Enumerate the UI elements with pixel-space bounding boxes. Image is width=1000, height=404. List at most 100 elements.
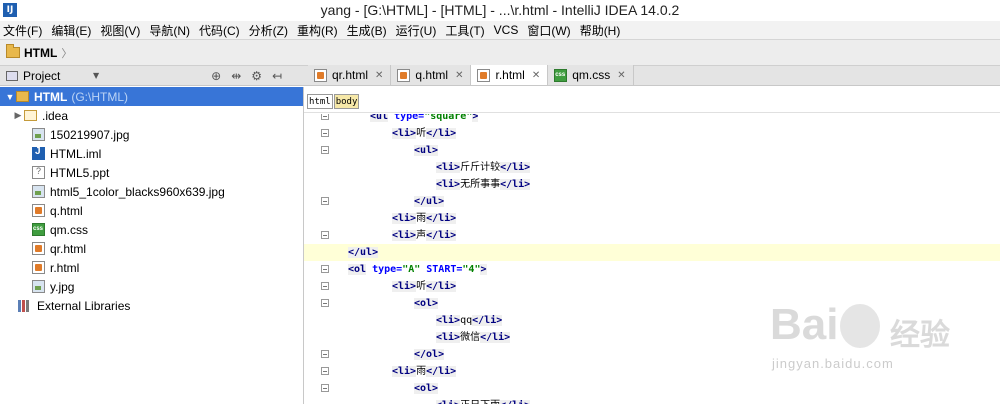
close-icon[interactable]: ✕	[375, 70, 383, 81]
menu-item-5[interactable]: 分析(Z)	[249, 22, 288, 39]
expand-arrow-icon[interactable]: ▼	[4, 92, 16, 102]
css-file-icon	[32, 223, 45, 236]
code-token: type=	[366, 264, 403, 275]
tree-item[interactable]: y.jpg	[0, 277, 303, 296]
code-text: <li>听</li>	[392, 278, 457, 295]
code-line: <li>声</li>	[304, 227, 1000, 244]
code-line: <ol type="A" START="4">	[304, 261, 1000, 278]
tree-item[interactable]: ▶ .idea	[0, 106, 303, 125]
hide-panel-icon[interactable]: ↤	[272, 69, 282, 83]
code-token: </ul>	[414, 196, 445, 207]
code-token: "A"	[402, 264, 421, 275]
project-view-selector[interactable]: Project	[23, 69, 93, 83]
tree-item[interactable]: q.html	[0, 201, 303, 220]
menu-item-0[interactable]: 文件(F)	[3, 22, 42, 39]
locate-file-icon[interactable]: ⊕	[211, 69, 221, 83]
tree-item[interactable]: r.html	[0, 258, 303, 277]
menu-item-3[interactable]: 导航(N)	[149, 22, 190, 39]
editor-tabs: qr.html ✕ q.html ✕ r.html ✕ qm.css ✕	[304, 65, 1000, 86]
tab-label: qm.css	[572, 68, 611, 82]
folder-plain-icon	[24, 110, 37, 121]
fold-marker-icon[interactable]	[321, 146, 329, 154]
fold-marker-icon[interactable]	[321, 282, 329, 290]
menu-item-10[interactable]: VCS	[494, 23, 519, 37]
code-line: <li>听</li>	[304, 278, 1000, 295]
tree-item-label: html5_1color_blacks960x639.jpg	[50, 184, 225, 199]
tree-item[interactable]: 150219907.jpg	[0, 125, 303, 144]
close-icon[interactable]: ✕	[532, 70, 540, 81]
code-token: >	[480, 264, 487, 275]
breadcrumb-tag-body[interactable]: body	[333, 94, 360, 109]
project-tree: ▼ HTML(G:\HTML) ▶ .idea 150219907.jpg HTML.im…	[0, 87, 304, 404]
fold-marker-icon[interactable]	[321, 299, 329, 307]
title-bar: IJ yang - [G:\HTML] - [HTML] - ...\r.htm…	[0, 0, 1000, 21]
html-file-icon	[314, 68, 327, 82]
code-text: <li>听</li>	[392, 125, 457, 142]
collapse-all-icon[interactable]: ⇹	[231, 69, 241, 83]
code-token: <li>	[392, 230, 417, 241]
menu-item-8[interactable]: 运行(U)	[396, 22, 437, 39]
code-token: </li>	[500, 162, 531, 173]
tree-item[interactable]: qm.css	[0, 220, 303, 239]
code-token: 雨	[416, 213, 427, 224]
code-token: </li>	[500, 179, 531, 190]
fold-marker-icon[interactable]	[321, 197, 329, 205]
html-file-icon	[32, 261, 45, 274]
code-token: >	[472, 114, 479, 122]
tab-r-html[interactable]: r.html ✕	[471, 65, 549, 85]
unknown-file-icon	[32, 166, 45, 179]
tree-item[interactable]: qr.html	[0, 239, 303, 258]
code-token: <li>	[392, 128, 417, 139]
tree-item-label: 150219907.jpg	[50, 127, 130, 142]
code-text: <ol>	[414, 295, 439, 312]
tab-qm-css[interactable]: qm.css ✕	[548, 65, 634, 85]
close-icon[interactable]: ✕	[455, 70, 463, 81]
menu-item-7[interactable]: 生成(B)	[347, 22, 387, 39]
collapse-arrow-icon[interactable]: ▶	[12, 110, 24, 121]
fold-marker-icon[interactable]	[321, 114, 329, 120]
code-token: 雨	[416, 366, 427, 377]
menu-item-1[interactable]: 编辑(E)	[51, 22, 91, 39]
tree-item-path: (G:\HTML)	[71, 89, 128, 104]
tree-item[interactable]: HTML.iml	[0, 144, 303, 163]
menu-item-9[interactable]: 工具(T)	[445, 22, 484, 39]
fold-marker-icon[interactable]	[321, 350, 329, 358]
html-file-icon	[32, 242, 45, 255]
fold-marker-icon[interactable]	[321, 367, 329, 375]
code-token: 听	[416, 281, 427, 292]
code-text: <li>雨</li>	[392, 210, 457, 227]
breadcrumb-tag-html[interactable]: html	[307, 94, 333, 109]
chevron-right-icon: 〉	[61, 46, 73, 60]
tree-item[interactable]: External Libraries	[0, 296, 303, 315]
menu-item-4[interactable]: 代码(C)	[199, 22, 240, 39]
fold-marker-icon[interactable]	[321, 265, 329, 273]
tree-item[interactable]: HTML5.ppt	[0, 163, 303, 182]
tab-q-html[interactable]: q.html ✕	[391, 65, 472, 85]
tree-item-label: qr.html	[50, 241, 87, 256]
gear-icon[interactable]: ⚙	[251, 69, 262, 83]
tree-item[interactable]: html5_1color_blacks960x639.jpg	[0, 182, 303, 201]
nav-breadcrumb-html[interactable]: HTML	[24, 46, 57, 60]
fold-marker-icon[interactable]	[321, 384, 329, 392]
menu-item-11[interactable]: 窗口(W)	[527, 22, 570, 39]
tree-item-label: .idea	[42, 108, 69, 123]
code-token: "4"	[462, 264, 481, 275]
fold-marker-icon[interactable]	[321, 129, 329, 137]
tree-item-label: qm.css	[50, 222, 89, 237]
image-file-icon	[32, 128, 45, 141]
code-text: <li>斤斤计较</li>	[436, 159, 531, 176]
menu-item-6[interactable]: 重构(R)	[297, 22, 338, 39]
tab-qr-html[interactable]: qr.html ✕	[308, 65, 392, 85]
chevron-down-icon[interactable]: ▼	[93, 71, 99, 80]
menu-item-2[interactable]: 视图(V)	[100, 22, 140, 39]
code-token: </li>	[426, 281, 457, 292]
code-token: 正日下雨	[460, 400, 500, 404]
code-token: <ol>	[414, 383, 439, 394]
code-token: <li>	[436, 315, 461, 326]
fold-marker-icon[interactable]	[321, 231, 329, 239]
code-editor[interactable]: <ul type="square"> <li>听</li> <ul> <li>斤斤计较…	[304, 114, 1000, 404]
close-icon[interactable]: ✕	[617, 70, 625, 81]
menu-item-12[interactable]: 帮助(H)	[580, 22, 621, 39]
code-line: <li>雨</li>	[304, 210, 1000, 227]
tree-item[interactable]: ▼ HTML (G:\HTML)	[0, 87, 303, 106]
